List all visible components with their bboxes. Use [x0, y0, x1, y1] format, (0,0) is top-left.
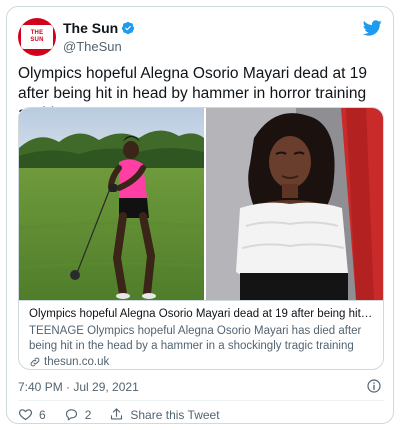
reply-button[interactable]: 2	[64, 407, 92, 422]
author-handle[interactable]: @TheSun	[63, 39, 122, 54]
verified-icon	[122, 21, 135, 35]
portrait-illustration	[206, 108, 383, 300]
share-label: Share this Tweet	[130, 407, 220, 422]
tweet-timestamp[interactable]: 7:40 PM · Jul 29, 2021	[18, 380, 139, 394]
portrait-photo	[206, 108, 383, 300]
link-card[interactable]: Olympics hopeful Alegna Osorio Mayari de…	[18, 107, 384, 370]
author-name[interactable]: The Sun	[63, 20, 118, 36]
author-name-row[interactable]: The Sun	[63, 20, 135, 36]
reply-count: 2	[84, 407, 92, 422]
info-icon[interactable]	[366, 378, 382, 394]
logo-text-bottom: SUN	[30, 37, 44, 43]
twitter-bird-icon[interactable]	[362, 18, 382, 38]
like-button[interactable]: 6	[18, 407, 46, 422]
tweet-embed[interactable]: THE SUN The Sun @TheSun Olympics hopeful…	[6, 6, 394, 424]
share-icon	[111, 408, 123, 420]
card-domain-text[interactable]: thesun.co.uk	[44, 355, 109, 369]
divider	[18, 400, 384, 401]
like-count: 6	[39, 407, 46, 422]
card-title[interactable]: Olympics hopeful Alegna Osorio Mayari de…	[29, 307, 375, 322]
link-icon	[30, 357, 40, 367]
heart-icon	[19, 409, 32, 421]
card-media[interactable]	[19, 108, 383, 300]
card-description: TEENAGE Olympics hopeful Alegna Osorio M…	[29, 325, 362, 352]
logo-text-top: THE	[30, 30, 44, 36]
athlete-throwing-photo	[19, 108, 204, 300]
reply-icon	[65, 409, 77, 421]
avatar[interactable]: THE SUN	[18, 18, 56, 56]
card-domain[interactable]: thesun.co.uk	[29, 355, 375, 369]
the-sun-logo: THE SUN	[21, 25, 53, 49]
tweet-actions: 6 2 Share this Tweet	[18, 407, 238, 422]
athlete-throwing-illustration	[19, 108, 204, 300]
share-button[interactable]: Share this Tweet	[109, 407, 220, 422]
card-body[interactable]: Olympics hopeful Alegna Osorio Mayari de…	[19, 300, 383, 369]
